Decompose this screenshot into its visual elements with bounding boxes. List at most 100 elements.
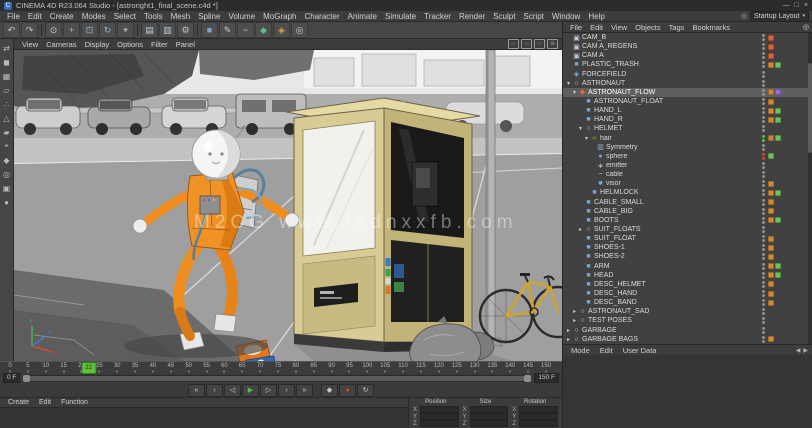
collapse-icon[interactable]: ▾: [571, 89, 578, 96]
visibility-dot[interactable]: [762, 263, 765, 266]
texture-tag[interactable]: [768, 117, 774, 123]
visibility-dot[interactable]: [762, 162, 765, 165]
object-row[interactable]: ■visor: [563, 179, 812, 188]
visibility-dots[interactable]: [762, 244, 765, 251]
object-row[interactable]: ■HAND_R: [563, 115, 812, 124]
visibility-dots[interactable]: [762, 125, 765, 132]
coord-field-size-x[interactable]: [470, 406, 509, 413]
texture-tag[interactable]: [768, 99, 774, 105]
visibility-dot[interactable]: [762, 294, 765, 297]
visibility-dot[interactable]: [762, 321, 765, 324]
visibility-dot[interactable]: [762, 327, 765, 330]
view-layout-3-icon[interactable]: ▭: [534, 39, 545, 49]
menu-select[interactable]: Select: [110, 12, 140, 21]
texture-tag[interactable]: [768, 62, 774, 68]
visibility-dots[interactable]: [762, 189, 765, 196]
visibility-dot[interactable]: [762, 175, 765, 178]
visibility-dot[interactable]: [762, 111, 765, 114]
render-picture-viewer-icon[interactable]: ▥: [159, 22, 176, 38]
object-row[interactable]: ■SHOES-1: [563, 243, 812, 252]
visibility-dot[interactable]: [762, 71, 765, 74]
range-start-field[interactable]: 0 F: [3, 373, 20, 383]
menu-help[interactable]: Help: [584, 12, 608, 21]
coord-field-rotation-x[interactable]: [519, 406, 558, 413]
visibility-dot[interactable]: [762, 180, 765, 183]
viewport-menu-view[interactable]: View: [18, 40, 42, 49]
viewport-menu-cameras[interactable]: Cameras: [42, 40, 80, 49]
minimize-button[interactable]: —: [783, 2, 790, 9]
visibility-dots[interactable]: [762, 308, 765, 315]
collapse-icon[interactable]: ▾: [583, 135, 590, 142]
texture-tag[interactable]: [768, 199, 774, 205]
phong-tag[interactable]: [775, 135, 781, 141]
menu-render[interactable]: Render: [455, 12, 489, 21]
visibility-dot[interactable]: [762, 80, 765, 83]
visibility-dot[interactable]: [762, 299, 765, 302]
make-editable-icon[interactable]: ⇄: [1, 42, 13, 54]
visibility-dots[interactable]: [762, 144, 765, 151]
menu-tracker[interactable]: Tracker: [420, 12, 455, 21]
object-row[interactable]: ▸○GARBAGE: [563, 326, 812, 335]
visibility-dots[interactable]: [762, 162, 765, 169]
visibility-dots[interactable]: [762, 71, 765, 78]
visibility-dot[interactable]: [762, 120, 765, 123]
xpresso-tag[interactable]: [775, 89, 781, 95]
visibility-dot[interactable]: [762, 153, 765, 156]
collapse-icon[interactable]: ▾: [565, 80, 572, 87]
object-row[interactable]: ▾◆ASTRONAUT_FLOW: [563, 88, 812, 97]
om-menu-tags[interactable]: Tags: [665, 23, 689, 32]
visibility-dot[interactable]: [762, 221, 765, 224]
visibility-dot[interactable]: [762, 203, 765, 206]
viewport-menu-display[interactable]: Display: [81, 40, 114, 49]
visibility-dot[interactable]: [762, 171, 765, 174]
expand-icon[interactable]: ▸: [571, 308, 578, 315]
viewport-menu-options[interactable]: Options: [113, 40, 147, 49]
visibility-dot[interactable]: [762, 235, 765, 238]
expand-icon[interactable]: ▸: [577, 226, 584, 233]
phong-tag[interactable]: [775, 62, 781, 68]
menu-script[interactable]: Script: [519, 12, 547, 21]
visibility-dots[interactable]: [762, 171, 765, 178]
phong-tag[interactable]: [768, 153, 774, 159]
object-row[interactable]: ▸○GARBAGE BAGS: [563, 335, 812, 344]
texture-tag[interactable]: [768, 281, 774, 287]
visibility-dot[interactable]: [762, 89, 765, 92]
visibility-dot[interactable]: [762, 189, 765, 192]
menu-animate[interactable]: Animate: [344, 12, 381, 21]
play-button[interactable]: ▶: [242, 384, 259, 397]
object-row[interactable]: ■HEAD: [563, 271, 812, 280]
range-slider[interactable]: [23, 375, 531, 382]
range-knob-right[interactable]: [524, 375, 531, 382]
close-button[interactable]: ×: [804, 2, 808, 9]
viewport-menu-filter[interactable]: Filter: [147, 40, 172, 49]
coord-field-rotation-y[interactable]: [519, 413, 558, 420]
menu-sculpt[interactable]: Sculpt: [489, 12, 519, 21]
visibility-dots[interactable]: [762, 217, 765, 224]
view-layout-2-icon[interactable]: ▭: [521, 39, 532, 49]
visibility-dots[interactable]: [762, 116, 765, 123]
om-menu-file[interactable]: File: [566, 23, 586, 32]
visibility-dots[interactable]: [762, 52, 765, 59]
playhead[interactable]: 22: [81, 362, 96, 374]
visibility-dot[interactable]: [762, 135, 765, 138]
visibility-dots[interactable]: [762, 180, 765, 187]
texture-tag[interactable]: [768, 108, 774, 114]
coord-field-position-y[interactable]: [420, 413, 459, 420]
texture-tag[interactable]: [768, 208, 774, 214]
material-menu-edit[interactable]: Edit: [35, 399, 55, 406]
visibility-dot[interactable]: [762, 116, 765, 119]
visibility-dot[interactable]: [762, 336, 765, 339]
om-menu-view[interactable]: View: [607, 23, 631, 32]
search-icon[interactable]: ◎: [741, 12, 747, 20]
visibility-dot[interactable]: [762, 34, 765, 37]
phong-tag[interactable]: [775, 217, 781, 223]
material-menu-create[interactable]: Create: [4, 399, 33, 406]
visibility-dots[interactable]: [762, 208, 765, 215]
object-row[interactable]: ■ARM: [563, 262, 812, 271]
collapse-icon[interactable]: ▾: [577, 125, 584, 132]
visibility-dot[interactable]: [762, 331, 765, 334]
texture-tag[interactable]: [768, 236, 774, 242]
edges-mode-icon[interactable]: △: [1, 112, 13, 124]
viewport-3d-scene[interactable]: M2CG www.fadnxxfb.com X Y Z: [14, 50, 562, 361]
coord-field-position-z[interactable]: [420, 420, 459, 427]
